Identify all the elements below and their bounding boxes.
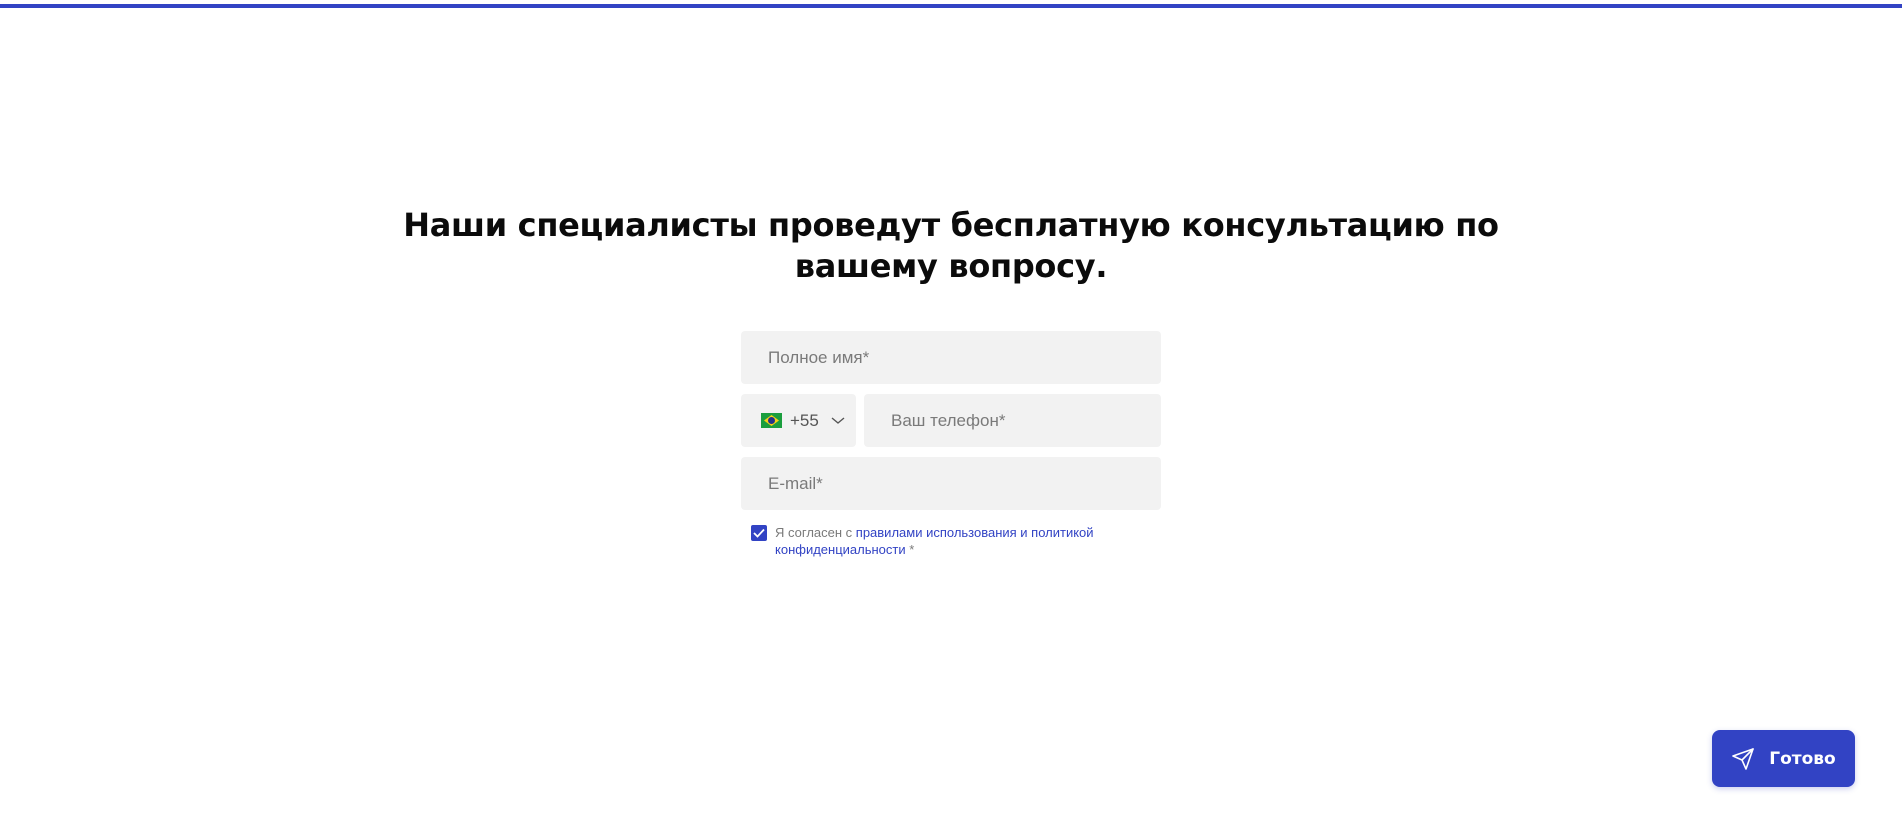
consent-suffix: * [905,542,915,557]
consent-text: Я согласен с правилами использования и п… [775,524,1105,558]
consent-checkbox[interactable] [751,525,767,541]
progress-bar [0,4,1902,8]
send-icon [1732,747,1755,770]
brazil-flag-icon [761,413,782,428]
country-code-select[interactable]: +55 [741,394,856,447]
consent-prefix: Я согласен с [775,525,856,540]
full-name-input[interactable] [766,346,1136,369]
progress-bar-fill [0,4,1902,8]
email-input[interactable] [766,472,1136,495]
phone-input[interactable] [889,409,1136,432]
email-field[interactable] [741,457,1161,510]
phone-field[interactable] [864,394,1161,447]
checkmark-icon [753,528,765,538]
page-heading: Наши специалисты проведут бесплатную кон… [403,206,1499,285]
chevron-down-icon [831,416,845,424]
consultation-form: +55 Я согласен с правилами использования… [741,331,1161,558]
consent-row: Я согласен с правилами использования и п… [751,524,1161,558]
submit-button[interactable]: Готово [1712,730,1855,787]
full-name-field[interactable] [741,331,1161,384]
dial-code: +55 [790,410,819,430]
phone-row: +55 [741,394,1161,447]
submit-label: Готово [1769,748,1836,769]
